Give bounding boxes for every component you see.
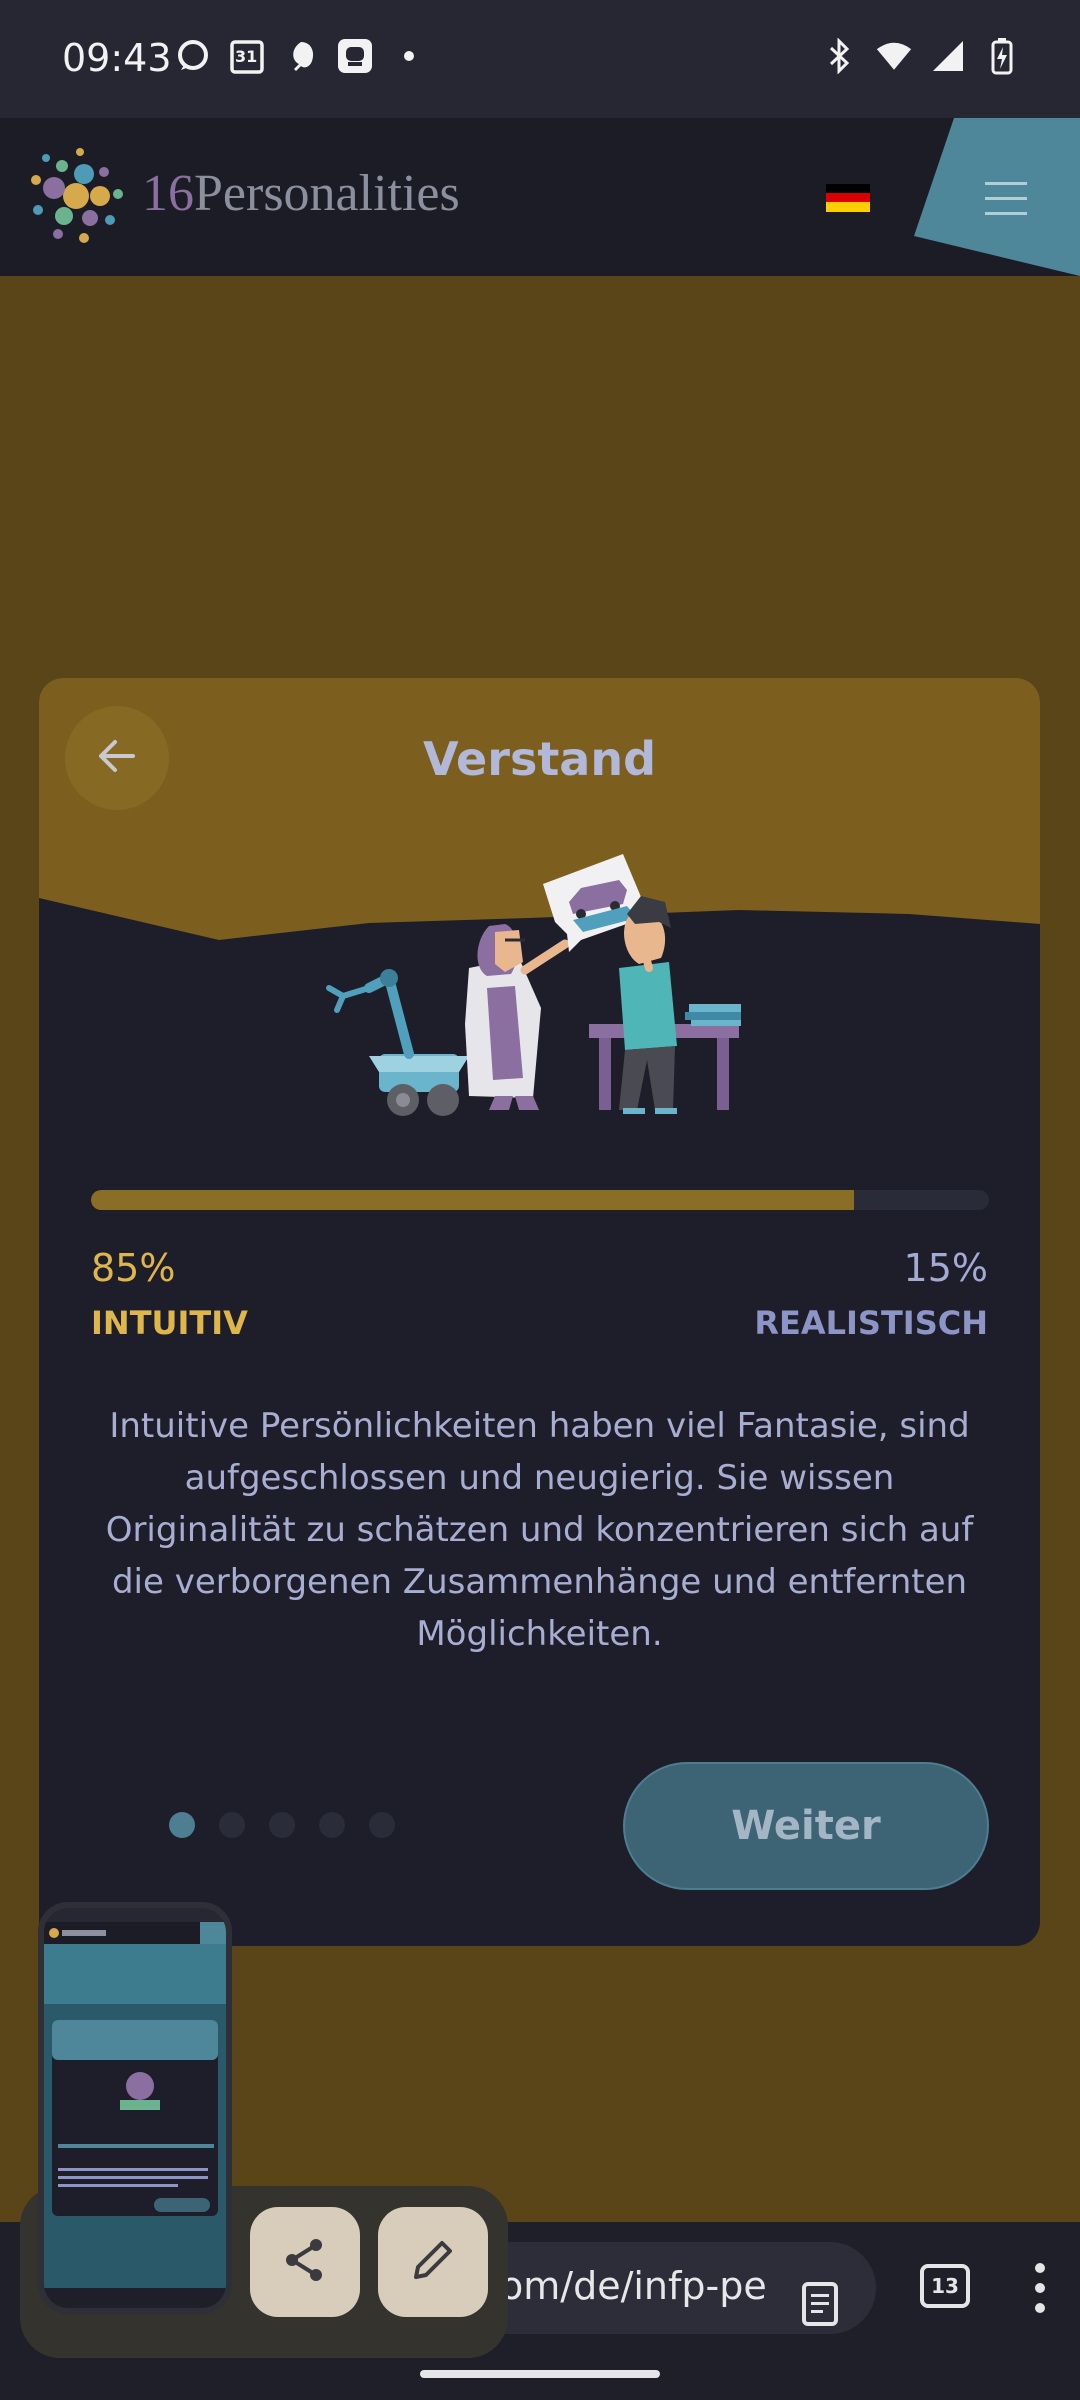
share-icon bbox=[280, 2235, 330, 2290]
battery-icon bbox=[984, 38, 1020, 75]
logo-name: Personalities bbox=[194, 165, 460, 222]
url-text[interactable]: om/de/infp-pers bbox=[500, 2264, 770, 2308]
leaf-icon bbox=[283, 38, 319, 74]
pager-dots bbox=[169, 1812, 395, 1838]
pager-dot[interactable] bbox=[319, 1812, 345, 1838]
share-button[interactable] bbox=[250, 2207, 360, 2317]
tab-switcher-button[interactable]: 13 bbox=[920, 2264, 970, 2308]
more-options-icon[interactable] bbox=[1030, 2258, 1050, 2318]
reader-mode-icon[interactable] bbox=[798, 2280, 842, 2328]
screenshot-thumbnail[interactable] bbox=[38, 1902, 232, 2314]
calendar-icon: 31 bbox=[229, 38, 265, 74]
next-button[interactable]: Weiter bbox=[623, 1762, 989, 1890]
edit-button[interactable] bbox=[378, 2207, 488, 2317]
german-flag-icon[interactable] bbox=[826, 184, 870, 212]
status-time: 09:43 bbox=[62, 36, 172, 80]
logo-dots-icon[interactable] bbox=[24, 144, 128, 248]
pager-dot[interactable] bbox=[219, 1812, 245, 1838]
intuitive-illustration bbox=[319, 828, 799, 1128]
system-icons bbox=[822, 38, 1020, 75]
trait-description: Intuitive Persönlichkeiten haben viel Fa… bbox=[105, 1406, 974, 1654]
signal-icon bbox=[930, 38, 966, 74]
chat-bubble-icon bbox=[175, 38, 211, 74]
dot-icon bbox=[391, 38, 427, 74]
face-icon bbox=[337, 38, 373, 74]
pencil-icon bbox=[408, 2235, 458, 2290]
calendar-day: 31 bbox=[235, 47, 258, 66]
right-percent: 15% bbox=[903, 1246, 988, 1290]
status-bar: 09:43 31 bbox=[0, 0, 1080, 118]
trait-card: Verstand 85% 15% INTUITIV REALISTISCH In… bbox=[39, 678, 1040, 1946]
right-trait-label: REALISTISCH bbox=[754, 1304, 988, 1342]
wifi-icon bbox=[876, 38, 912, 74]
pager-dot[interactable] bbox=[169, 1812, 195, 1838]
bluetooth-icon bbox=[822, 38, 858, 74]
site-header: 16Personalities bbox=[0, 118, 1080, 276]
notification-icons: 31 bbox=[175, 38, 427, 74]
logo-number: 16 bbox=[142, 165, 194, 222]
pager-dot[interactable] bbox=[369, 1812, 395, 1838]
progress-fill bbox=[91, 1190, 855, 1210]
page-background bbox=[0, 276, 1080, 676]
card-title: Verstand bbox=[422, 732, 657, 786]
left-percent: 85% bbox=[91, 1246, 176, 1290]
left-trait-label: INTUITIV bbox=[91, 1304, 248, 1342]
trait-progress-bar bbox=[91, 1190, 989, 1210]
logo-text[interactable]: 16Personalities bbox=[142, 164, 460, 223]
hamburger-menu-icon[interactable] bbox=[975, 168, 1035, 228]
home-indicator[interactable] bbox=[420, 2370, 660, 2378]
pager-dot[interactable] bbox=[269, 1812, 295, 1838]
